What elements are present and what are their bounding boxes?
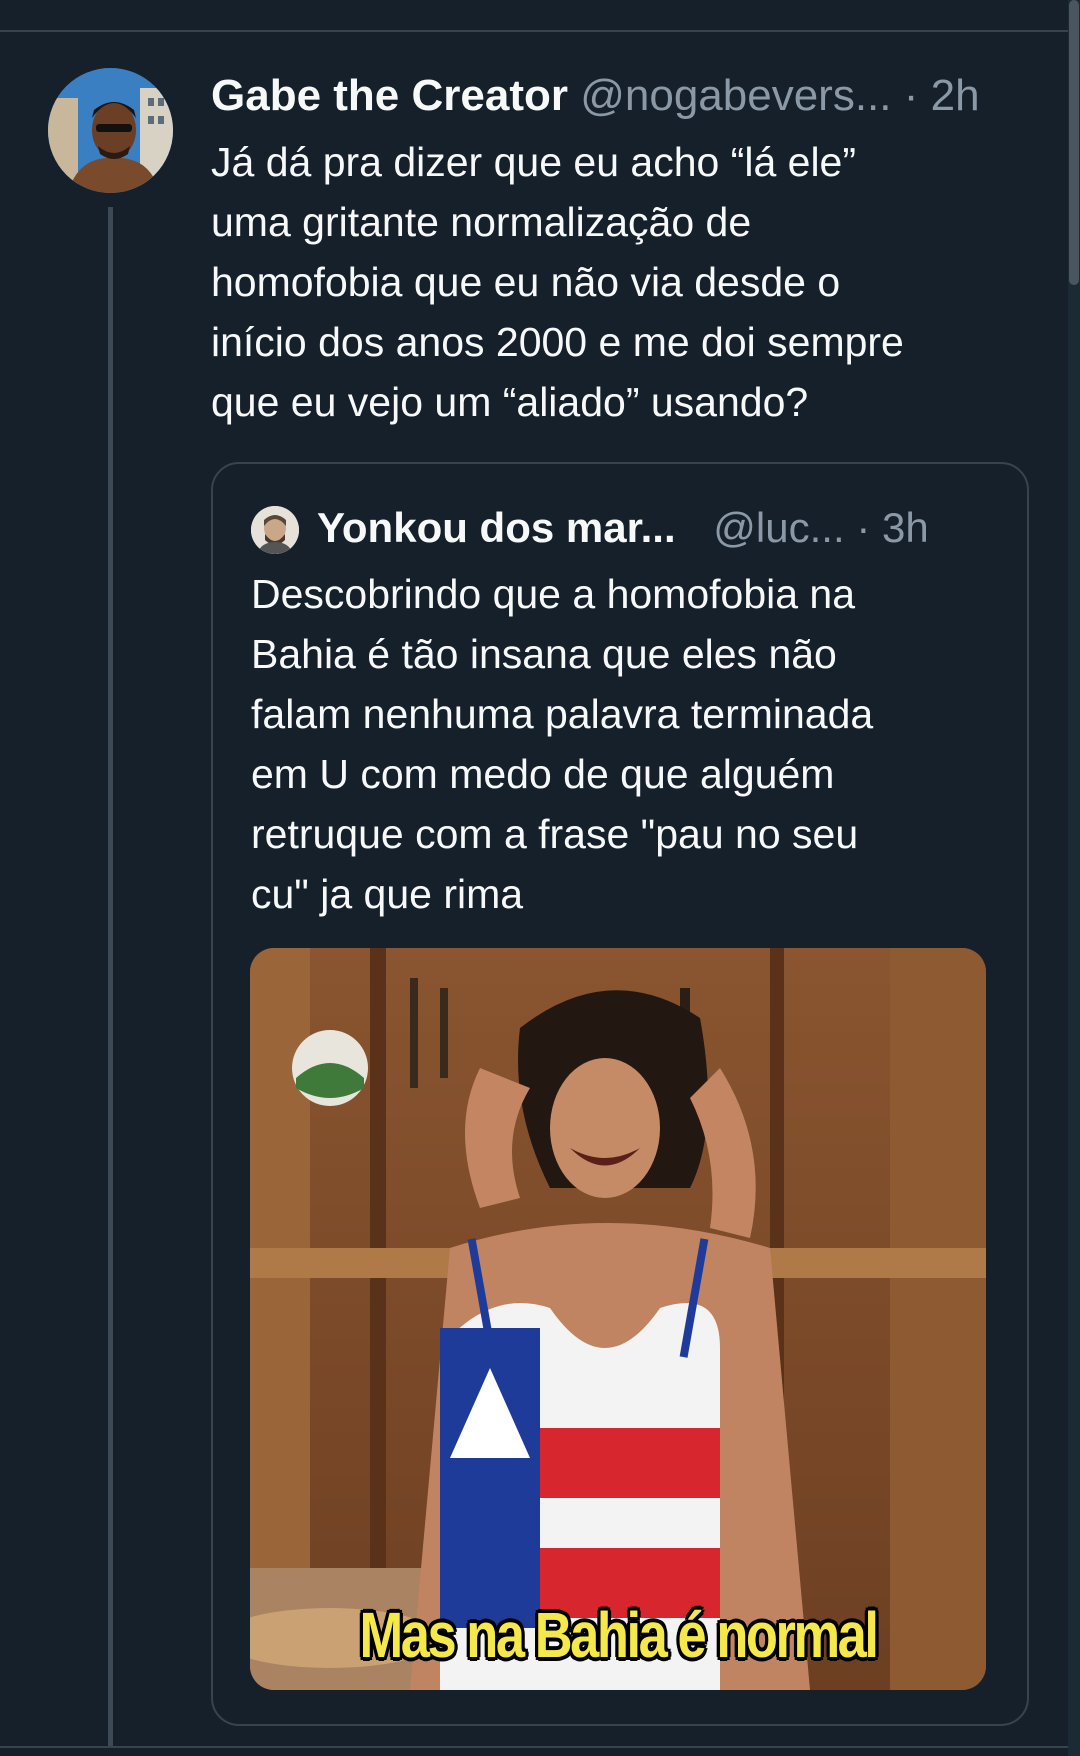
quoted-tweet-timestamp[interactable]: 3h (882, 504, 929, 551)
quoted-tweet-card[interactable]: Yonkou dos mar... @luc... · 3h Descobrin… (211, 462, 1029, 1726)
profile-photo-icon (48, 68, 173, 193)
divider-bottom (0, 1746, 1068, 1748)
scrollbar[interactable] (1068, 0, 1080, 1756)
quoted-author-name[interactable]: Yonkou dos mar... (317, 504, 676, 551)
divider-top (0, 30, 1068, 32)
quoted-author-handle[interactable]: @luc... (713, 504, 844, 551)
quoted-user-avatar (251, 506, 299, 554)
profile-photo-icon (251, 506, 299, 554)
scrollbar-thumb[interactable] (1069, 0, 1079, 285)
separator-dot: · (903, 71, 919, 120)
thread-line (108, 207, 113, 1746)
meme-image (250, 948, 986, 1690)
meme-caption: Mas na Bahia é normal (359, 1599, 879, 1671)
tweet-text: Já dá pra dizer que eu acho “lá ele” uma… (211, 139, 904, 425)
tweet-header: Gabe the Creator @nogabevers... · 2h (211, 66, 980, 126)
timeline: Gabe the Creator @nogabevers... · 2h Já … (0, 0, 1080, 1756)
user-avatar[interactable] (48, 68, 173, 193)
separator-dot: · (856, 504, 871, 551)
tweet-timestamp[interactable]: 2h (931, 71, 980, 120)
quoted-tweet-header: Yonkou dos mar... @luc... · 3h (317, 498, 929, 558)
quoted-tweet-text: Descobrindo que a homofobia na Bahia é t… (251, 571, 874, 917)
author-name[interactable]: Gabe the Creator (211, 71, 568, 120)
quoted-tweet-image[interactable]: Mas na Bahia é normal (250, 948, 986, 1690)
author-handle[interactable]: @nogabevers... (580, 71, 891, 120)
